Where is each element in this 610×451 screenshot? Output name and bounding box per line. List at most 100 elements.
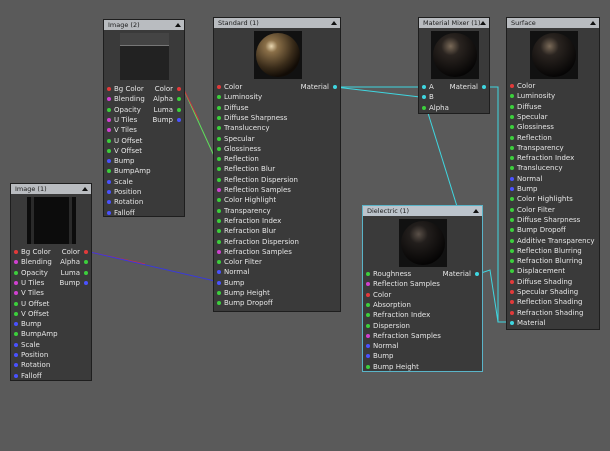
output-port-dot-icon[interactable] — [84, 260, 88, 265]
output-port-row[interactable]: Material — [301, 82, 340, 92]
input-port-row[interactable]: U Offset — [104, 136, 184, 146]
input-port-dot-icon[interactable] — [14, 311, 18, 316]
input-port-row[interactable]: Alpha — [419, 103, 489, 113]
input-port-dot-icon[interactable] — [366, 272, 370, 276]
collapse-triangle-icon[interactable] — [473, 209, 479, 213]
input-port-row[interactable]: Refraction Shading — [507, 308, 599, 318]
input-port-dot-icon[interactable] — [14, 260, 18, 265]
input-port-dot-icon[interactable] — [366, 302, 370, 307]
input-port-dot-icon[interactable] — [217, 198, 221, 203]
input-port-dot-icon[interactable] — [366, 292, 370, 297]
input-port-dot-icon[interactable] — [217, 218, 221, 223]
output-port-dot-icon[interactable] — [177, 97, 181, 102]
input-port-dot-icon[interactable] — [14, 301, 18, 306]
input-port-dot-icon[interactable] — [217, 157, 221, 162]
input-port-dot-icon[interactable] — [107, 159, 111, 164]
input-port-dot-icon[interactable] — [510, 94, 514, 99]
input-port-dot-icon[interactable] — [217, 249, 221, 254]
input-port-row[interactable]: Refraction Blur — [214, 226, 340, 236]
output-port-row[interactable]: Alpha — [60, 257, 91, 267]
input-port-dot-icon[interactable] — [510, 187, 514, 191]
input-port-dot-icon[interactable] — [510, 197, 514, 202]
input-port-row[interactable]: Luminosity — [507, 91, 599, 101]
input-port-row[interactable]: Glossiness — [507, 122, 599, 132]
collapse-triangle-icon[interactable] — [82, 187, 88, 191]
input-port-row[interactable]: Color — [507, 81, 599, 91]
input-port-dot-icon[interactable] — [510, 125, 514, 130]
input-port-dot-icon[interactable] — [510, 310, 514, 315]
input-port-row[interactable]: Reflection — [214, 154, 340, 164]
input-port-dot-icon[interactable] — [14, 342, 18, 347]
input-port-dot-icon[interactable] — [217, 208, 221, 213]
input-port-row[interactable]: Refraction Samples — [214, 247, 340, 257]
input-port-dot-icon[interactable] — [107, 190, 111, 194]
input-port-row[interactable]: Transparency — [507, 143, 599, 153]
input-port-dot-icon[interactable] — [14, 332, 18, 337]
collapse-triangle-icon[interactable] — [331, 21, 337, 25]
input-port-dot-icon[interactable] — [107, 128, 111, 133]
input-port-dot-icon[interactable] — [14, 280, 18, 285]
output-port-dot-icon[interactable] — [84, 270, 88, 275]
input-port-dot-icon[interactable] — [510, 207, 514, 212]
input-port-dot-icon[interactable] — [510, 135, 514, 140]
input-port-dot-icon[interactable] — [217, 260, 221, 265]
input-port-row[interactable]: Refraction Samples — [363, 331, 482, 341]
input-port-dot-icon[interactable] — [217, 126, 221, 131]
node-dielectric-1[interactable]: Dielectric (1) Roughness Reflection Sampl… — [362, 205, 483, 372]
node-header[interactable]: Image (1) — [11, 184, 91, 194]
output-port-row[interactable]: Material — [443, 269, 482, 279]
input-port-row[interactable]: Normal — [507, 174, 599, 184]
input-port-row[interactable]: Rotation — [11, 360, 91, 370]
input-port-dot-icon[interactable] — [510, 259, 514, 264]
input-port-row[interactable]: Dispersion — [363, 321, 482, 331]
input-port-row[interactable]: Reflection Blur — [214, 164, 340, 174]
input-port-dot-icon[interactable] — [422, 105, 426, 110]
collapse-triangle-icon[interactable] — [480, 21, 486, 25]
input-port-row[interactable]: Refraction Index — [507, 153, 599, 163]
input-port-row[interactable]: Displacement — [507, 266, 599, 276]
input-port-dot-icon[interactable] — [217, 85, 221, 89]
input-port-row[interactable]: Color Highlight — [214, 195, 340, 205]
input-port-dot-icon[interactable] — [107, 210, 111, 215]
input-port-row[interactable]: Additive Transparency — [507, 236, 599, 246]
input-port-row[interactable]: Normal — [363, 341, 482, 351]
input-port-row[interactable]: Bump Dropoff — [507, 225, 599, 235]
input-port-dot-icon[interactable] — [107, 87, 111, 91]
input-port-row[interactable]: V Tiles — [11, 288, 91, 298]
input-port-row[interactable]: Bump Height — [214, 288, 340, 298]
input-port-row[interactable]: V Tiles — [104, 125, 184, 135]
node-material-mixer-1[interactable]: Material Mixer (1) A B Alpha Material — [418, 17, 490, 114]
input-port-row[interactable]: Reflection — [507, 133, 599, 143]
output-port-dot-icon[interactable] — [84, 280, 88, 285]
collapse-triangle-icon[interactable] — [590, 21, 596, 25]
input-port-dot-icon[interactable] — [107, 107, 111, 112]
input-port-dot-icon[interactable] — [510, 320, 514, 325]
input-port-dot-icon[interactable] — [14, 353, 18, 357]
input-port-row[interactable]: Refraction Index — [363, 310, 482, 320]
input-port-row[interactable]: Bump — [104, 156, 184, 166]
input-port-row[interactable]: BumpAmp — [104, 166, 184, 176]
input-port-row[interactable]: Falloff — [104, 208, 184, 218]
input-port-dot-icon[interactable] — [217, 270, 221, 275]
input-port-dot-icon[interactable] — [422, 85, 426, 89]
node-header[interactable]: Material Mixer (1) — [419, 18, 489, 28]
input-port-row[interactable]: V Offset — [104, 146, 184, 156]
output-port-dot-icon[interactable] — [177, 117, 181, 122]
input-port-dot-icon[interactable] — [366, 333, 370, 338]
output-port-dot-icon[interactable] — [333, 85, 337, 89]
input-port-dot-icon[interactable] — [510, 176, 514, 181]
input-port-dot-icon[interactable] — [510, 269, 514, 274]
input-port-row[interactable]: BumpAmp — [11, 329, 91, 339]
input-port-dot-icon[interactable] — [217, 136, 221, 141]
input-port-row[interactable]: Diffuse Shading — [507, 277, 599, 287]
output-port-dot-icon[interactable] — [177, 87, 181, 91]
input-port-dot-icon[interactable] — [217, 95, 221, 100]
input-port-row[interactable]: Bump — [11, 319, 91, 329]
input-port-dot-icon[interactable] — [422, 95, 426, 100]
input-port-row[interactable]: Refraction Index — [214, 216, 340, 226]
input-port-dot-icon[interactable] — [14, 270, 18, 275]
input-port-dot-icon[interactable] — [510, 238, 514, 243]
output-port-row[interactable]: Luma — [61, 268, 91, 278]
input-port-row[interactable]: Color Filter — [214, 257, 340, 267]
input-port-row[interactable]: Refraction Dispersion — [214, 237, 340, 247]
